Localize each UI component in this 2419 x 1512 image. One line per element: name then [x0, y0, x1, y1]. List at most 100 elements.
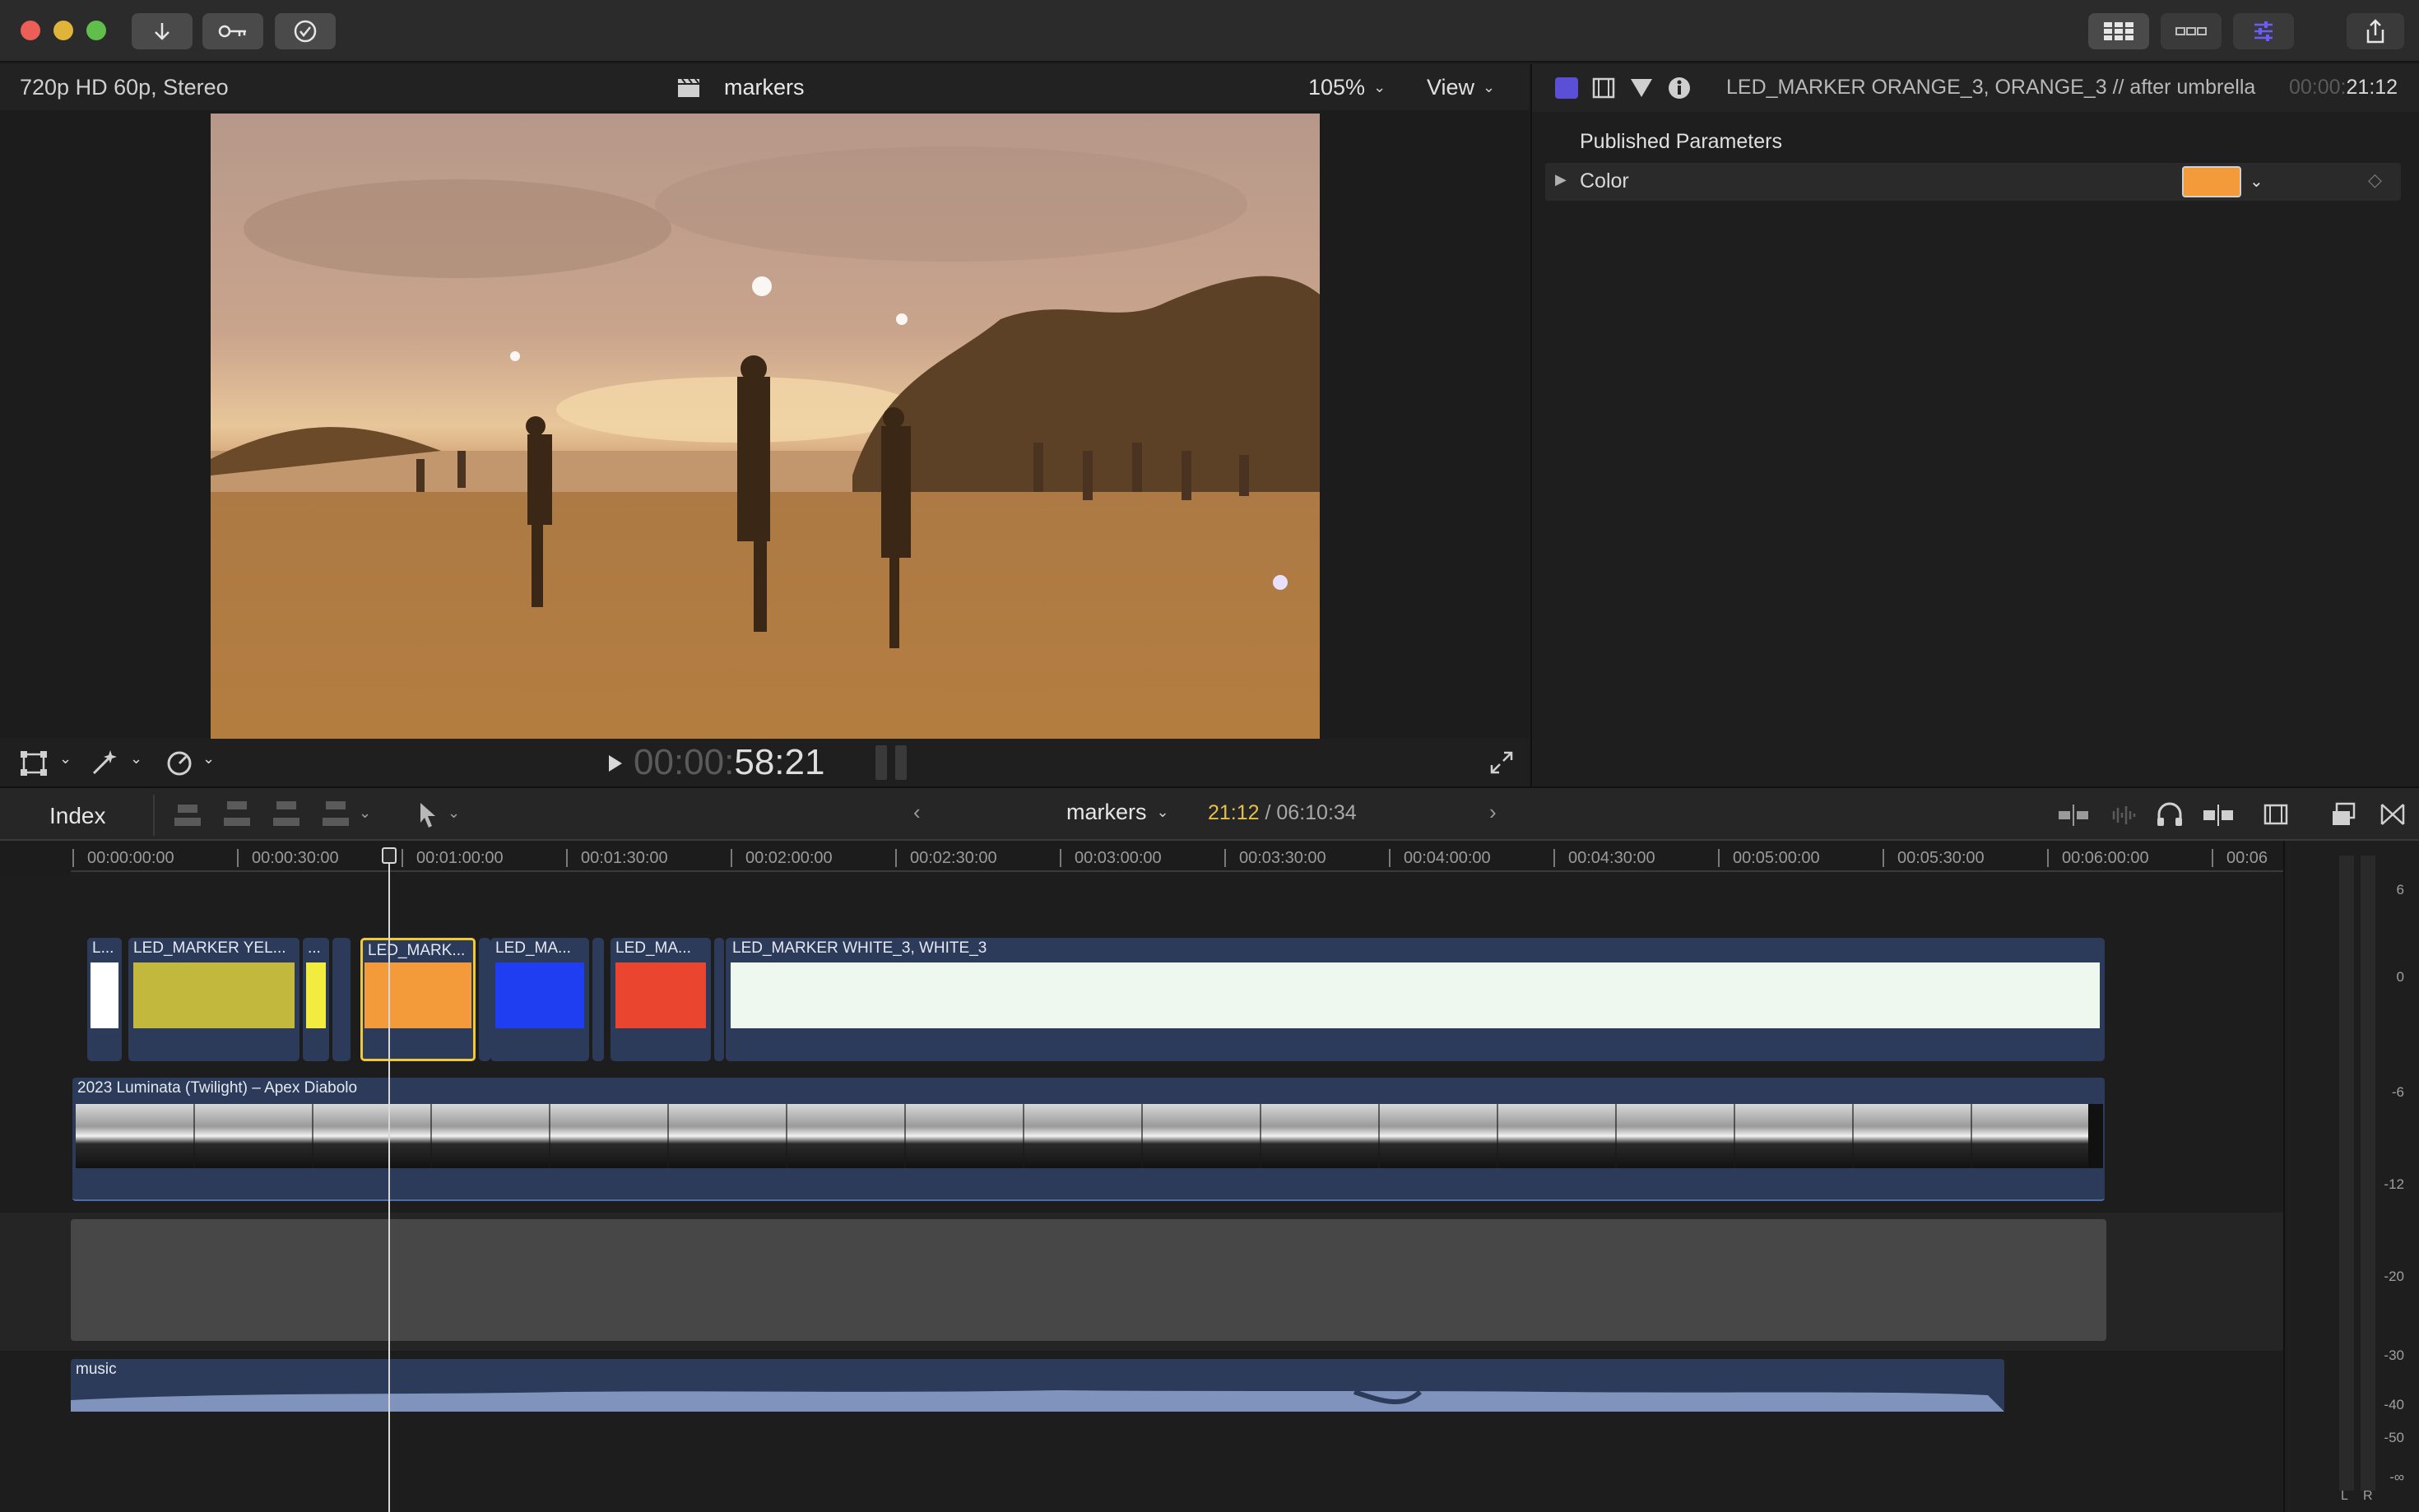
viewer-video-frame[interactable] — [211, 114, 1320, 739]
audio-meter-mini-right — [895, 745, 907, 780]
meter-scale-label: -40 — [2384, 1397, 2404, 1412]
meter-scale-label: -12 — [2384, 1176, 2404, 1192]
marker-clip-yellow-2[interactable]: ... — [303, 938, 329, 1061]
headphones-icon[interactable] — [2156, 801, 2184, 828]
close-window-button[interactable] — [21, 21, 40, 40]
meter-scale-label: 6 — [2396, 882, 2404, 897]
inspector-toggle-button[interactable] — [2233, 13, 2294, 49]
ruler-tick-label: 00:04:00:00 — [1404, 849, 1491, 867]
share-button[interactable] — [2347, 13, 2404, 49]
key-icon — [218, 25, 246, 38]
select-arrow-icon[interactable] — [418, 801, 439, 829]
clip-skimming-icon[interactable] — [2057, 803, 2090, 828]
ruler-tick — [566, 849, 568, 867]
video-frame-image — [211, 114, 1320, 739]
chevron-down-icon: ⌄ — [1373, 78, 1386, 95]
snapping-icon[interactable] — [2202, 803, 2235, 828]
zoom-menu[interactable]: 105% ⌄ — [1308, 71, 1386, 104]
clip-color-fill — [731, 962, 2100, 1028]
clip-appearance-icon[interactable] — [2263, 801, 2289, 828]
filmstrip-icon — [2175, 27, 2207, 35]
overwrite-clip-icon[interactable] — [321, 800, 351, 829]
marker-clip-gap-3[interactable] — [714, 938, 724, 1061]
timeline-project-name: markers — [1066, 800, 1147, 824]
color-swatch[interactable] — [2182, 166, 2241, 197]
playhead[interactable] — [388, 849, 390, 1512]
inspector-clip-title: LED_MARKER ORANGE_3, ORANGE_3 // after u… — [1726, 76, 2256, 99]
color-parameter-row[interactable]: ▶ Color ⌄ ◇ — [1545, 163, 2401, 201]
chevron-down-icon[interactable]: ⌄ — [359, 805, 371, 822]
meter-left — [2339, 856, 2354, 1491]
audio-skimming-icon[interactable] — [2106, 803, 2139, 828]
history-forward-icon[interactable]: › — [1489, 800, 1497, 825]
chevron-down-icon[interactable]: ⌄ — [202, 750, 215, 768]
append-clip-icon[interactable] — [272, 800, 301, 829]
disclosure-triangle-icon[interactable]: ▶ — [1555, 171, 1567, 188]
enhance-wand-icon[interactable] — [91, 749, 120, 777]
timeline-project-menu[interactable]: markers ⌄ — [1066, 800, 1169, 825]
timeline-position: 21:12 — [1208, 801, 1260, 824]
marker-clip-white-1[interactable]: L... — [87, 938, 122, 1061]
gap-clip[interactable] — [71, 1219, 2106, 1341]
ruler-tick — [2212, 849, 2213, 867]
published-parameters-heading: Published Parameters — [1580, 130, 1782, 153]
ruler-baseline — [71, 870, 2284, 872]
audio-clip-music[interactable]: music — [71, 1359, 2004, 1412]
insert-clip-icon[interactable] — [222, 800, 252, 829]
film-tab-icon[interactable] — [1591, 77, 1616, 99]
history-back-icon[interactable]: ‹ — [913, 800, 921, 825]
fullscreen-icon[interactable] — [1489, 750, 1514, 775]
ruler-tick-label: 00:00:00:00 — [87, 849, 174, 867]
clapper-icon — [678, 78, 699, 97]
timecode-dim: 00:00: — [634, 742, 735, 782]
chevron-down-icon[interactable]: ⌄ — [2250, 171, 2263, 192]
effects-browser-icon[interactable] — [2330, 801, 2356, 828]
ruler-tick — [402, 849, 403, 867]
chevron-down-icon[interactable]: ⌄ — [130, 750, 142, 768]
audio-waveform — [71, 1389, 2004, 1412]
index-button[interactable]: Index — [49, 803, 106, 829]
transitions-browser-icon[interactable] — [2380, 801, 2406, 828]
color-tab-icon[interactable] — [1629, 77, 1654, 99]
keyframe-diamond-icon[interactable]: ◇ — [2368, 169, 2382, 191]
keyword-button[interactable] — [202, 13, 263, 49]
minimize-window-button[interactable] — [53, 21, 73, 40]
marker-clip-white-3[interactable]: LED_MARKER WHITE_3, WHITE_3 — [726, 938, 2105, 1061]
marker-clip-red[interactable]: LED_MA... — [611, 938, 711, 1061]
audio-clip-label: music — [76, 1361, 117, 1378]
ruler-tick — [1389, 849, 1391, 867]
ruler-tick-label: 00:04:30:00 — [1568, 849, 1655, 867]
meter-right — [2361, 856, 2375, 1491]
transform-icon[interactable] — [20, 750, 49, 777]
speed-gauge-icon[interactable] — [165, 749, 194, 777]
inspector-duration: 00:00:21:12 — [2289, 76, 2398, 100]
marker-clip-gap-2[interactable] — [592, 938, 604, 1061]
generator-tab-icon[interactable] — [1555, 77, 1578, 99]
viewer-timecode[interactable]: 00:00:58:21 — [634, 742, 824, 783]
play-icon[interactable] — [607, 754, 624, 773]
marker-clip-yellow-1[interactable]: LED_MARKER YEL... — [128, 938, 299, 1061]
view-menu[interactable]: View ⌄ — [1427, 71, 1495, 104]
marker-clip-orange-selected[interactable]: LED_MARK... — [360, 938, 476, 1061]
connect-clip-icon[interactable] — [173, 800, 202, 829]
ruler-tick-label: 00:05:30:00 — [1897, 849, 1985, 867]
chevron-down-icon[interactable]: ⌄ — [59, 750, 72, 768]
playhead-handle[interactable] — [382, 847, 397, 864]
background-tasks-button[interactable] — [275, 13, 336, 49]
toolbar-divider — [153, 795, 155, 836]
marker-clip-gap[interactable] — [479, 938, 490, 1061]
import-button[interactable] — [132, 13, 193, 49]
chevron-down-icon[interactable]: ⌄ — [448, 805, 460, 822]
browser-toggle-button[interactable] — [2088, 13, 2149, 49]
title-bar — [0, 0, 2419, 63]
marker-clip-blue[interactable]: LED_MA... — [490, 938, 589, 1061]
info-icon[interactable] — [1667, 76, 1692, 100]
timeline-toggle-button[interactable] — [2161, 13, 2222, 49]
zoom-window-button[interactable] — [86, 21, 106, 40]
download-arrow-icon — [155, 23, 169, 40]
color-parameter-label: Color — [1580, 169, 1629, 192]
video-clip[interactable]: 2023 Luminata (Twilight) – Apex Diabolo — [72, 1078, 2105, 1201]
marker-clip-small[interactable] — [332, 938, 351, 1061]
meter-scale-label: -∞ — [2389, 1469, 2404, 1485]
ruler-tick — [1883, 849, 1884, 867]
